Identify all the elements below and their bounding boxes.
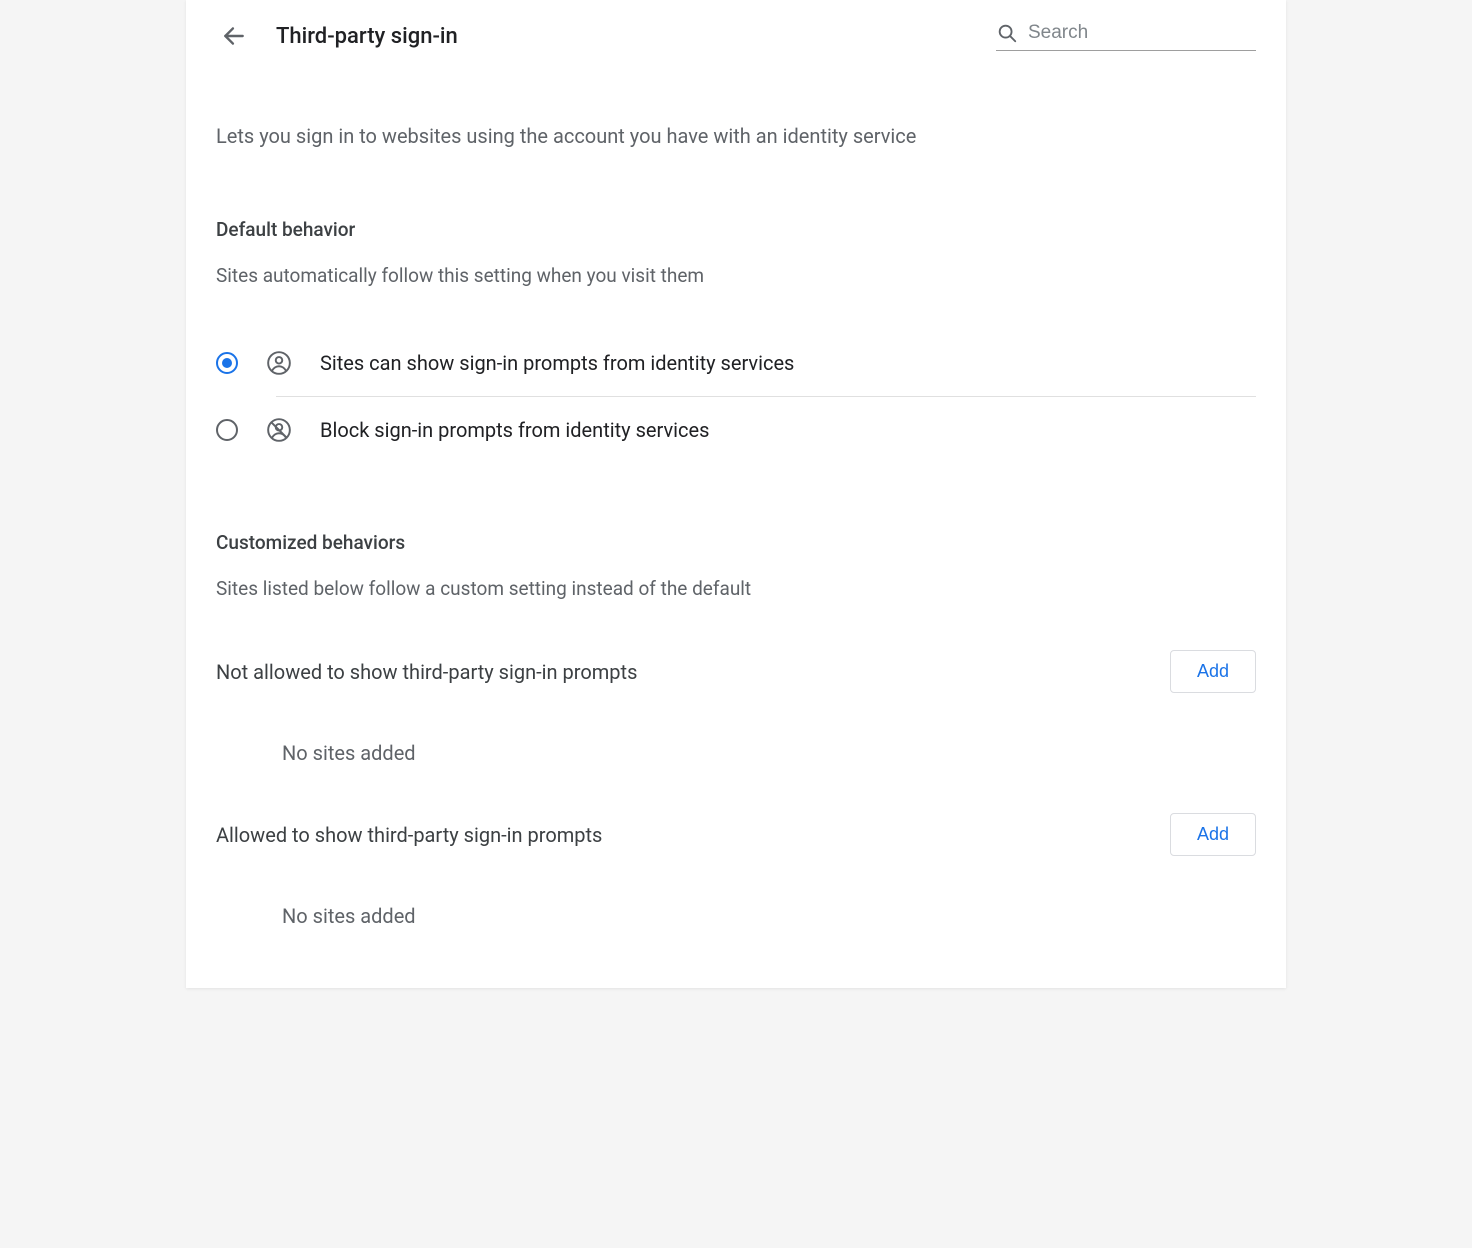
allowed-empty: No sites added	[282, 904, 1256, 928]
search-input[interactable]	[1028, 22, 1256, 44]
content: Lets you sign in to websites using the a…	[186, 122, 1286, 928]
default-behavior-subtitle: Sites automatically follow this setting …	[216, 263, 1256, 290]
add-allowed-button[interactable]: Add	[1170, 813, 1256, 856]
not-allowed-empty: No sites added	[282, 741, 1256, 765]
option-label: Sites can show sign-in prompts from iden…	[320, 351, 794, 375]
option-allow-prompts[interactable]: Sites can show sign-in prompts from iden…	[216, 330, 1256, 396]
allowed-row: Allowed to show third-party sign-in prom…	[216, 813, 1256, 856]
user-circle-icon	[266, 350, 292, 376]
customized-behaviors-subtitle: Sites listed below follow a custom setti…	[216, 576, 1256, 603]
search-icon	[996, 22, 1018, 44]
default-behavior-title: Default behavior	[216, 218, 1256, 241]
not-allowed-row: Not allowed to show third-party sign-in …	[216, 650, 1256, 693]
option-block-prompts[interactable]: Block sign-in prompts from identity serv…	[216, 397, 1256, 463]
search-field[interactable]	[996, 22, 1256, 51]
settings-card: Third-party sign-in Lets you sign in to …	[186, 0, 1286, 988]
block-icon	[266, 417, 292, 443]
header: Third-party sign-in	[186, 0, 1286, 54]
customized-behaviors-title: Customized behaviors	[216, 531, 1256, 554]
allowed-label: Allowed to show third-party sign-in prom…	[216, 823, 602, 847]
option-label: Block sign-in prompts from identity serv…	[320, 418, 709, 442]
radio-selected[interactable]	[216, 352, 238, 374]
add-not-allowed-button[interactable]: Add	[1170, 650, 1256, 693]
page-title: Third-party sign-in	[276, 24, 458, 49]
not-allowed-label: Not allowed to show third-party sign-in …	[216, 660, 637, 684]
radio-unselected[interactable]	[216, 419, 238, 441]
arrow-left-icon	[221, 23, 247, 49]
back-button[interactable]	[216, 18, 252, 54]
default-behavior-options: Sites can show sign-in prompts from iden…	[216, 330, 1256, 463]
intro-text: Lets you sign in to websites using the a…	[216, 122, 1256, 150]
